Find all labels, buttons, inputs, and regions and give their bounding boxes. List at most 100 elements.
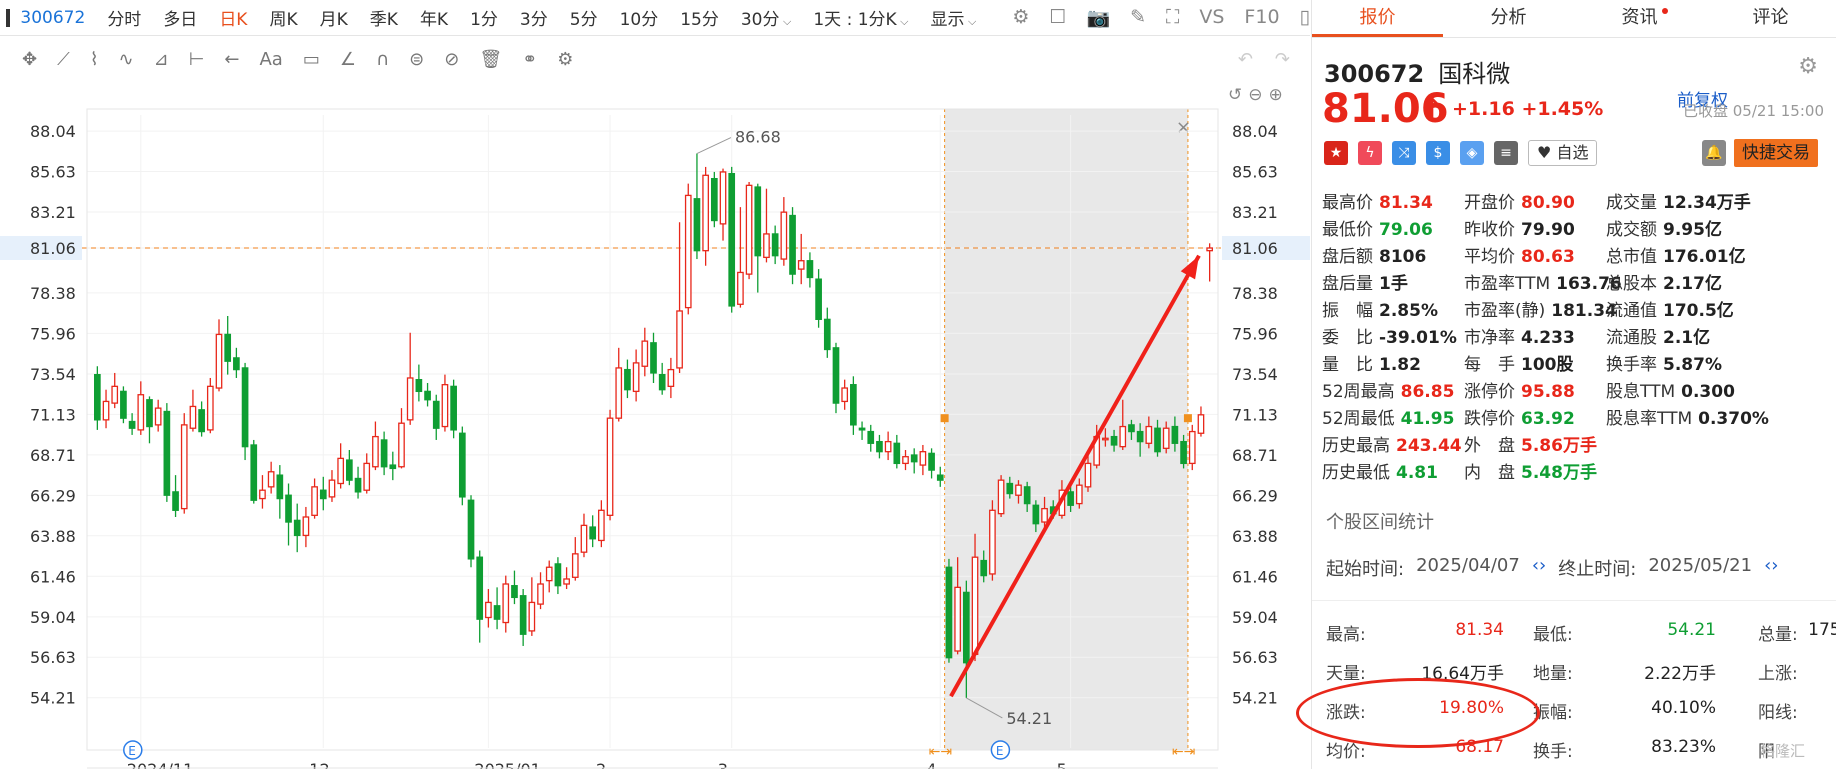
tag-icon[interactable]: ◈ [1460, 141, 1484, 165]
gear-icon[interactable]: ⚙ [1012, 6, 1029, 29]
stat-row: 52周最低 41.95 跌停价 63.92 股息率TTM 0.370% [1322, 404, 1836, 431]
timeframe-tab[interactable]: 3分 [520, 5, 548, 30]
timeframe-tab[interactable]: 10分 [620, 5, 659, 30]
add-watchlist-button[interactable]: ♥ 自选 [1528, 140, 1598, 166]
eraser-icon[interactable]: ∠ [340, 49, 356, 70]
candle-body [989, 509, 996, 575]
end-date[interactable]: 2025/05/21 [1648, 555, 1752, 581]
gear-icon[interactable]: ⚙ [1798, 54, 1818, 79]
stat-value: 4.81 [1396, 463, 1438, 483]
china-flag-icon[interactable]: ★ [1324, 141, 1348, 165]
highlight-ellipse [1296, 678, 1540, 748]
timeframe-tab[interactable]: 分时 [107, 5, 141, 30]
candle-body [337, 457, 345, 485]
fullscreen-icon[interactable]: ⛶ [1166, 6, 1179, 29]
candle-body [328, 479, 336, 498]
timeframe-tab[interactable]: 日K [219, 5, 247, 30]
panel-tab[interactable]: 分析 [1443, 0, 1574, 37]
stat-cell: 总市值 176.01亿 [1606, 242, 1786, 269]
panel-tab-label: 评论 [1752, 7, 1789, 28]
camera-icon[interactable]: 📷 [1086, 6, 1110, 29]
settings-icon[interactable]: ⚙ [557, 49, 573, 70]
candle-body [502, 583, 510, 624]
fib-tool-icon[interactable]: ⊿ [154, 49, 169, 70]
range-arrows-icon: ⇤⇥ [929, 744, 952, 760]
high-leader [696, 137, 732, 154]
panel-toggle-icon[interactable] [6, 8, 11, 27]
stat-cell: 最低价 79.06 [1322, 215, 1464, 242]
stat-value: -39.01% [1379, 328, 1457, 348]
selection-handle [1183, 414, 1192, 423]
timeframe-tab[interactable]: 多日 [163, 5, 197, 30]
document-icon[interactable]: ≡ [1494, 141, 1518, 165]
hide-icon[interactable]: ⊘ [444, 49, 459, 70]
line-tool-icon[interactable]: ⟋ [57, 49, 70, 70]
f10-button[interactable]: F10 [1244, 6, 1279, 29]
move-icon[interactable]: ✥ [22, 49, 37, 70]
timeframe-tab[interactable]: 周K [269, 5, 297, 30]
candle-body [493, 605, 501, 620]
text-tool-icon[interactable]: Aa [259, 49, 282, 70]
stat-cell: 量 比 1.82 [1322, 350, 1464, 377]
candle-body [850, 384, 857, 426]
candle-body [424, 390, 431, 401]
redo-icon[interactable]: ↷ [1275, 49, 1290, 70]
timeframe-tab[interactable]: 显示 [931, 5, 977, 30]
stat-label: 总市值 [1606, 247, 1657, 267]
stat-label: 成交额 [1606, 220, 1657, 240]
candlestick-chart[interactable]: × 88.04 88.04 85.63 85.63 83.21 83.21 81.06 81.0… [0, 80, 1310, 769]
square-icon[interactable]: ☐ [1049, 6, 1066, 29]
measure-tool-icon[interactable]: ⊢ [189, 49, 205, 70]
wave-tool-icon[interactable]: ∿ [119, 49, 134, 70]
range-label: 上涨: [1758, 664, 1798, 684]
timeframe-tab[interactable]: 15分 [680, 5, 719, 30]
top-toolbar: 300672 分时多日日K 周K 月K 季K 年K 1分 3分 5分 10分 15分 30分 1天 :… [0, 0, 1310, 36]
timeframe-tab[interactable]: 月K [320, 5, 348, 30]
candle-body [163, 410, 171, 496]
candle-body [893, 442, 901, 465]
timeframe-tab[interactable]: 1天 : 1分K [813, 5, 908, 30]
y-tick-label-left: 78.38 [30, 284, 76, 303]
candle-body [259, 489, 266, 500]
lock-icon[interactable]: ⊜ [409, 49, 424, 70]
range-label: 最低: [1533, 625, 1573, 645]
candle-body [476, 556, 484, 620]
comment-tool-icon[interactable]: ▭ [303, 49, 320, 70]
end-arrows-icon[interactable]: ‹› [1764, 555, 1778, 581]
panel-tab[interactable]: 报价 [1312, 0, 1443, 37]
stat-label: 历史最高 [1322, 436, 1390, 456]
undo-icon[interactable]: ↶ [1238, 49, 1253, 70]
panel-tab[interactable]: 评论 [1705, 0, 1836, 37]
vs-button[interactable]: VS [1199, 6, 1224, 29]
stat-value: 79.90 [1521, 220, 1575, 240]
sidebar-icon[interactable]: ▯ [1300, 6, 1310, 29]
lightning-icon[interactable]: ϟ [1358, 141, 1382, 165]
candle-body [1032, 504, 1040, 525]
bell-icon[interactable]: 🔔 [1702, 140, 1726, 166]
stat-value: 41.95 [1400, 409, 1455, 429]
arrow-tool-icon[interactable]: ← [224, 49, 239, 70]
candle-body [624, 368, 631, 391]
shuffle-icon[interactable]: ⤨ [1392, 141, 1416, 165]
stat-cell: 外 盘 5.86万手 [1464, 431, 1606, 458]
polyline-tool-icon[interactable]: ⌇ [90, 49, 99, 70]
timeframe-tab[interactable]: 30分 [741, 5, 791, 30]
panel-tab[interactable]: 资讯 [1574, 0, 1705, 37]
start-date[interactable]: 2025/04/07 [1416, 555, 1520, 581]
stat-cell: 开盘价 80.90 [1464, 188, 1606, 215]
stat-cell: 股息TTM 0.300 [1606, 377, 1786, 404]
timeframe-tab[interactable]: 5分 [570, 5, 598, 30]
dollar-icon[interactable]: $ [1426, 141, 1450, 165]
y-tick-label-left: 61.46 [30, 567, 76, 586]
link-icon[interactable]: ⚭ [522, 49, 537, 70]
quick-trade-button[interactable]: 快捷交易 [1734, 139, 1818, 167]
magnet-icon[interactable]: ∩ [376, 49, 389, 70]
candle-body [928, 452, 935, 471]
timeframe-tab[interactable]: 季K [370, 5, 398, 30]
candle-body [285, 494, 292, 523]
timeframe-tab[interactable]: 年K [420, 5, 448, 30]
timeframe-tab[interactable]: 1分 [470, 5, 498, 30]
start-arrows-icon[interactable]: ‹› [1532, 555, 1546, 581]
pencil-icon[interactable]: ✎ [1130, 6, 1146, 29]
trash-icon[interactable]: 🗑 [479, 49, 502, 70]
